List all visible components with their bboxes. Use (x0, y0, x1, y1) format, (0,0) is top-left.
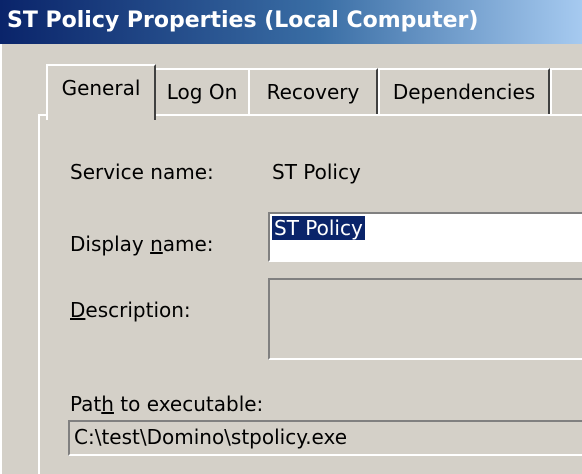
general-tab-panel: Service name: ST Policy Display name: ST… (38, 114, 582, 474)
properties-dialog: ST Policy Properties (Local Computer) Ge… (0, 0, 582, 474)
display-name-label-post: ame: (162, 232, 214, 256)
path-label-post: to executable: (113, 392, 264, 416)
tab-next-partial[interactable] (550, 68, 582, 114)
display-name-accelerator: n (150, 232, 163, 256)
tab-dependencies[interactable]: Dependencies (378, 68, 550, 114)
display-name-value: ST Policy (271, 215, 366, 241)
tab-recovery-label: Recovery (266, 80, 360, 104)
display-name-label: Display name: (70, 232, 214, 256)
description-field[interactable] (268, 278, 582, 360)
path-accelerator: h (101, 392, 114, 416)
window-title: ST Policy Properties (Local Computer) (7, 8, 479, 33)
service-name-label: Service name: (70, 160, 214, 184)
tab-log-on-label: Log On (166, 80, 238, 104)
path-field[interactable]: C:\test\Domino\stpolicy.exe (68, 420, 582, 456)
display-name-label-pre: Display (70, 232, 151, 256)
tab-recovery[interactable]: Recovery (248, 68, 378, 114)
tab-log-on[interactable]: Log On (154, 68, 250, 114)
description-label: Description: (70, 298, 191, 322)
title-bar[interactable]: ST Policy Properties (Local Computer) (0, 0, 582, 44)
description-accelerator: D (70, 298, 86, 322)
service-name-value: ST Policy (272, 160, 361, 184)
display-name-field[interactable]: ST Policy (268, 212, 582, 262)
dialog-frame-edge (0, 44, 16, 474)
path-value: C:\test\Domino\stpolicy.exe (74, 425, 348, 449)
tab-general[interactable]: General (46, 64, 156, 120)
path-label-pre: Pat (70, 392, 102, 416)
path-label: Path to executable: (70, 392, 263, 416)
tab-general-label: General (61, 76, 141, 100)
tab-dependencies-label: Dependencies (392, 80, 536, 104)
description-label-post: escription: (85, 298, 191, 322)
